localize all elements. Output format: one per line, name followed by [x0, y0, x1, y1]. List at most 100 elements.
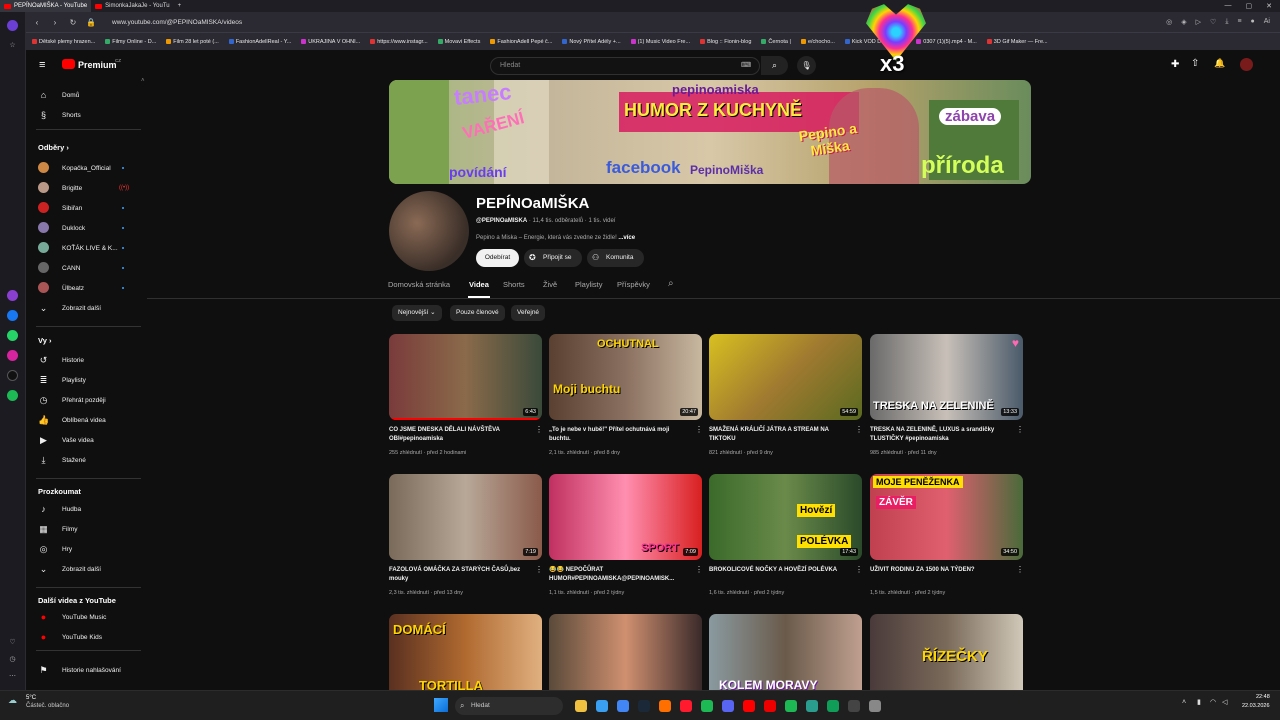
download-icon[interactable]: ⤓ [1225, 18, 1228, 26]
sidebar-you-item[interactable]: ⤓ Stažené [26, 450, 147, 470]
video-menu-icon[interactable]: ⋮ [1016, 565, 1024, 574]
taskbar-firefox-icon[interactable] [659, 700, 671, 712]
scroll-up-icon[interactable]: ˄ [141, 78, 145, 84]
video-thumbnail[interactable]: 7:19 [389, 474, 542, 560]
bookmark-item[interactable]: UKRAJINA V OHNI... [301, 39, 360, 45]
clock-date[interactable]: 22.03.2026 [1242, 703, 1270, 709]
sidebar-subscription-item[interactable]: KOŤÁK LIVE & K... [26, 238, 147, 258]
ai-icon[interactable]: Ai [1264, 18, 1270, 26]
sidebar-item-shorts[interactable]: § Shorts [26, 105, 147, 125]
sidebar-more-header[interactable]: Další videa z YouTube [38, 596, 116, 605]
taskbar-app-icon[interactable] [764, 700, 776, 712]
youtube-premium-logo[interactable]: Premium [78, 60, 117, 70]
video-menu-icon[interactable]: ⋮ [535, 565, 543, 574]
shield-icon[interactable]: ◈ [1181, 18, 1186, 26]
bookmark-item[interactable]: Nový Přítel Adély +... [562, 39, 621, 45]
sidebar-report-history[interactable]: ⚑ Historie nahlašování [26, 660, 147, 680]
messenger-icon[interactable] [7, 310, 18, 321]
keyboard-icon[interactable]: ⌨ [741, 61, 751, 69]
video-title[interactable]: 😂😂 NEPOČŮRAT HUMOR#PEPINOAMISKA@PEPINOAM… [549, 566, 689, 584]
video-menu-icon[interactable]: ⋮ [1016, 425, 1024, 434]
video-menu-icon[interactable]: ⋮ [695, 565, 703, 574]
video-thumbnail[interactable]: SPORT 7:09 [549, 474, 702, 560]
bookmark-item[interactable]: FashionAdellReal - Y... [228, 39, 291, 45]
sidebar-you-item[interactable]: ◷ Přehrát později [26, 390, 147, 410]
community-button[interactable]: ⚇ Komunita [587, 249, 644, 267]
taskbar-chrome-icon[interactable] [617, 700, 629, 712]
maximize-icon[interactable]: ▢ [1246, 2, 1253, 10]
star-icon[interactable]: ☆ [7, 40, 18, 51]
windows-start-icon[interactable] [434, 698, 448, 712]
weather-description[interactable]: Částeč. oblačno [26, 703, 69, 709]
video-title[interactable]: SMAŽENÁ KRÁLIČÍ JÁTRA A STREAM NA TIKTOK… [709, 426, 849, 444]
create-icon[interactable]: ✚ [1171, 59, 1179, 70]
bookmark-item[interactable]: Film 28 let poté (... [166, 39, 219, 45]
sidebar-you-item[interactable]: ▶ Vaše videa [26, 430, 147, 450]
video-thumbnail[interactable]: TRESKA NA ZELENINĚ 13:33 ♥ [870, 334, 1023, 420]
chip-members-only[interactable]: Pouze členové [450, 305, 505, 321]
bookmark-item[interactable]: Blog :: Fionin-blog [700, 39, 751, 45]
channel-avatar[interactable] [389, 191, 469, 271]
heart-icon[interactable]: ♡ [7, 637, 18, 648]
taskbar-edge-icon[interactable] [596, 700, 608, 712]
video-menu-icon[interactable]: ⋮ [855, 565, 863, 574]
reload-icon[interactable]: ↻ [68, 18, 78, 27]
play-icon[interactable]: ▷ [1196, 18, 1201, 26]
taskbar-opera-icon[interactable] [680, 700, 692, 712]
minimize-icon[interactable]: — [1225, 2, 1232, 10]
video-thumbnail[interactable]: OCHUTNAL Moji buchtu 20:47 [549, 334, 702, 420]
channel-search-icon[interactable]: ⌕ [668, 278, 674, 289]
menu-icon[interactable]: ≡ [1237, 18, 1241, 26]
tiktok-icon[interactable] [7, 370, 18, 381]
search-button[interactable]: ⌕ [761, 56, 788, 75]
tab-live[interactable]: Živě [543, 280, 557, 289]
video-title[interactable]: BROKOLICOVÉ NOČKY A HOVĚZÍ POLÉVKA [709, 566, 849, 575]
sidebar-explore-header[interactable]: Prozkoumat [38, 487, 81, 496]
sidebar-you-item[interactable]: ↺ Historie [26, 350, 147, 370]
sidebar-you-item[interactable]: ≣ Playlisty [26, 370, 147, 390]
bookmark-item[interactable]: Černota | [761, 39, 791, 45]
tab-playlists[interactable]: Playlisty [575, 280, 603, 289]
browser-tab-active[interactable]: PEPÍNOaMIŠKA - YouTube [0, 0, 92, 12]
video-title[interactable]: FAZOLOVÁ OMÁČKA ZA STARÝCH ČASŮ,bez mouk… [389, 566, 529, 584]
close-icon[interactable]: ✕ [1266, 2, 1272, 10]
url-field[interactable]: www.youtube.com/@PEPINOaMISKA/videos [112, 19, 242, 26]
sidebar-you-item[interactable]: 👍 Oblíbená videa [26, 410, 147, 430]
sidebar-explore-item[interactable]: ◎ Hry [26, 539, 147, 559]
video-thumbnail[interactable]: MOJE PENĚŽENKA ZÁVĚR 34:50 [870, 474, 1023, 560]
taskbar-discord-icon[interactable] [722, 700, 734, 712]
bookmark-item[interactable]: FashionAdell Pepé č... [490, 39, 552, 45]
channel-description[interactable]: Pepino a Miska – Energie, která vás zved… [476, 235, 635, 241]
bookmark-item[interactable]: Filmy Online - D... [105, 39, 156, 45]
hamburger-menu-icon[interactable]: ≡ [39, 59, 45, 71]
taskbar-app-icon[interactable] [827, 700, 839, 712]
heart-icon[interactable]: ♡ [1210, 18, 1216, 26]
video-thumbnail[interactable]: 6:43 [389, 334, 542, 420]
taskbar-steam-icon[interactable] [638, 700, 650, 712]
tab-videos[interactable]: Videa [469, 280, 489, 289]
video-thumbnail[interactable]: Hovězí POLÉVKA 17:43 [709, 474, 862, 560]
tab-posts[interactable]: Příspěvky [617, 280, 650, 289]
video-menu-icon[interactable]: ⋮ [695, 425, 703, 434]
chip-newest[interactable]: Nejnovější ⌄ [392, 305, 442, 321]
bookmark-item[interactable]: e/chocho... [800, 39, 835, 45]
instagram-icon[interactable] [7, 350, 18, 361]
history-icon[interactable]: ◷ [7, 654, 18, 665]
bookmark-item[interactable]: https://www.instagr... [370, 39, 428, 45]
video-thumbnail[interactable]: 54:59 [709, 334, 862, 420]
taskbar-file-explorer-icon[interactable] [575, 700, 587, 712]
weather-temp[interactable]: 5°C [26, 695, 36, 701]
sidebar-subscription-item[interactable]: Kopačka_Official [26, 158, 147, 178]
sidebar-subscription-item[interactable]: CANN [26, 258, 147, 278]
bookmark-item[interactable]: Movavi Effects [437, 39, 480, 45]
profile-icon[interactable]: ● [1251, 18, 1255, 26]
sidebar-subscriptions-header[interactable]: Odběry › [38, 143, 69, 152]
sidebar-subscription-item[interactable]: Duklock [26, 218, 147, 238]
battery-icon[interactable]: ▮ [1197, 698, 1201, 706]
volume-icon[interactable]: ◁ [1222, 698, 1227, 706]
sidebar-more-item[interactable]: ● YouTube Music [26, 607, 147, 627]
video-thumbnail[interactable]: ŘÍZEČKY [870, 614, 1023, 700]
youtube-logo-icon[interactable] [62, 59, 75, 69]
browser-tab[interactable]: SimonkaJakaJe - YouTu [91, 0, 173, 12]
camera-icon[interactable]: ◎ [1166, 18, 1172, 26]
